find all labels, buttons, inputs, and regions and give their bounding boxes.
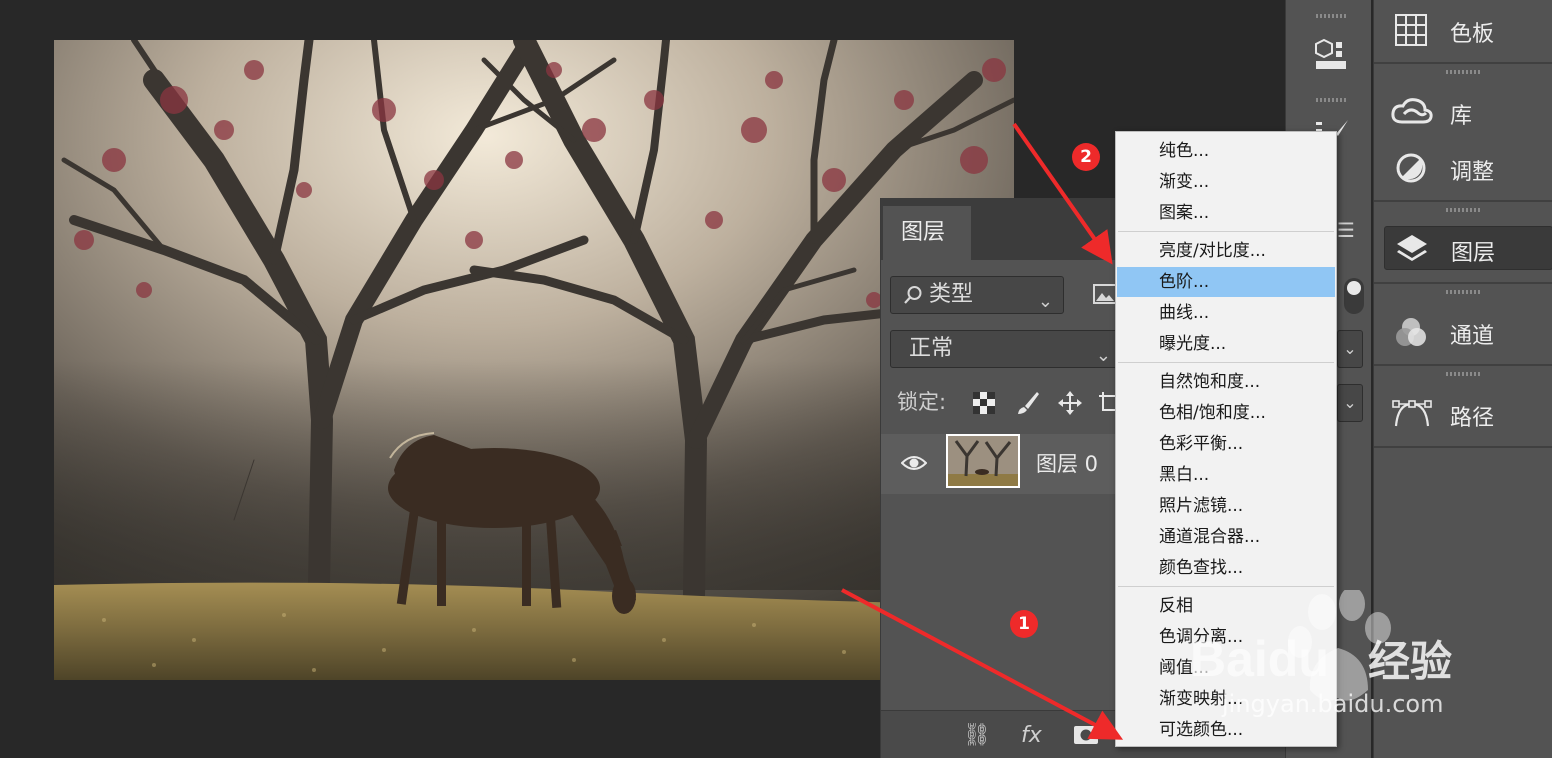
dock-item-libraries[interactable]: 库 [1384,90,1552,134]
canvas-image[interactable] [54,40,1014,680]
tab-layers[interactable]: 图层 [883,206,971,260]
dock-item-paths[interactable]: 路径 [1384,392,1552,436]
menu-separator [1118,231,1334,232]
chevron-down-icon: ⌄ [1037,291,1053,312]
channels-icon [1396,318,1426,346]
menu-item-curves[interactable]: 曲线... [1117,298,1335,328]
dock-item-adjustments[interactable]: 调整 [1384,146,1552,190]
photoshop-workspace: 图层 类型 ⌄ 正常 ⌄ 锁定: 图层 0 ⛓ fx 色板 库 调整 图层 通道… [0,0,1552,758]
panel-grip[interactable] [1316,14,1348,18]
dock-label: 图层 [1451,241,1496,266]
menu-item-photo-filter[interactable]: 照片滤镜... [1117,491,1335,521]
dock-grip[interactable] [1446,70,1482,74]
dock-item-channels[interactable]: 通道 [1384,310,1552,354]
layer-filter-select[interactable]: 类型 ⌄ [890,276,1064,314]
dock-item-layers[interactable]: 图层 [1384,226,1552,270]
menu-item-hue-saturation[interactable]: 色相/饱和度... [1117,398,1335,428]
dock-divider [1374,446,1552,448]
menu-item-channel-mixer[interactable]: 通道混合器... [1117,522,1335,552]
menu-item-pattern[interactable]: 图案... [1117,198,1335,228]
menu-item-color-lookup[interactable]: 颜色查找... [1117,553,1335,583]
paths-icon [1392,400,1432,427]
dock-item-swatches[interactable]: 色板 [1384,8,1552,52]
lock-label: 锁定: [897,390,947,414]
dock-label: 调整 [1450,160,1495,185]
opacity-dropdown[interactable]: ⌄ [1337,330,1363,368]
blend-mode-select[interactable]: 正常 ⌄ [890,330,1118,368]
menu-item-vibrance[interactable]: 自然饱和度... [1117,367,1335,397]
menu-item-solid-color[interactable]: 纯色... [1117,136,1335,166]
menu-separator [1118,362,1334,363]
dock-grip[interactable] [1446,372,1482,376]
layer-name[interactable]: 图层 0 [1036,448,1098,478]
menu-item-black-white[interactable]: 黑白... [1117,460,1335,490]
deer-photo [54,40,1014,680]
layers-icon [1397,235,1427,261]
blend-mode-value: 正常 [909,336,954,361]
menu-item-levels[interactable]: 色阶... [1117,267,1335,297]
step-badge-2: 2 [1072,143,1100,171]
menu-item-gradient[interactable]: 渐变... [1117,167,1335,197]
dock-grip[interactable] [1446,208,1482,212]
lock-transparent-pixels-icon[interactable] [971,390,997,416]
cc-libraries-icon [1391,98,1433,124]
menu-separator [1118,586,1334,587]
dock-label: 路径 [1450,406,1495,431]
fx-icon[interactable]: fx [1021,723,1042,748]
lock-image-pixels-icon[interactable] [1015,390,1041,416]
toggle-switch[interactable] [1344,278,1364,314]
watermark-text: 经验 [1368,637,1453,686]
watermark-brand: Baidu [1190,631,1329,687]
visibility-eye-icon[interactable] [901,452,927,474]
layer-mask-icon[interactable] [1073,725,1099,745]
layer-thumbnail[interactable] [946,434,1020,488]
adjustments-icon [1396,153,1426,183]
menu-item-brightness-contrast[interactable]: 亮度/对比度... [1117,236,1335,266]
dock-divider [1374,364,1552,366]
swatches-grid-icon [1395,14,1427,46]
dock-label: 库 [1450,104,1473,129]
chevron-down-icon: ⌄ [1095,345,1111,366]
dock-divider [1374,282,1552,284]
dock-grip[interactable] [1446,290,1482,294]
3d-panel-icon[interactable] [1314,38,1350,72]
dock-label: 通道 [1450,324,1495,349]
menu-item-color-balance[interactable]: 色彩平衡... [1117,429,1335,459]
panel-grip[interactable] [1316,98,1348,102]
image-filter-icon[interactable] [1093,282,1117,306]
menu-item-exposure[interactable]: 曝光度... [1117,329,1335,359]
watermark-url: jingyan.baidu.com [1222,690,1444,718]
layer-filter-label: 类型 [929,282,974,307]
dock-label: 色板 [1450,22,1495,47]
panel-menu-icon[interactable]: ☰ [1337,218,1365,244]
dock-divider [1374,62,1552,64]
fill-dropdown[interactable]: ⌄ [1337,384,1363,422]
search-icon [904,286,922,304]
step-badge-1: 1 [1010,610,1038,638]
link-layers-icon[interactable]: ⛓ [963,723,991,748]
lock-position-icon[interactable] [1057,390,1083,416]
dock-divider [1374,200,1552,202]
